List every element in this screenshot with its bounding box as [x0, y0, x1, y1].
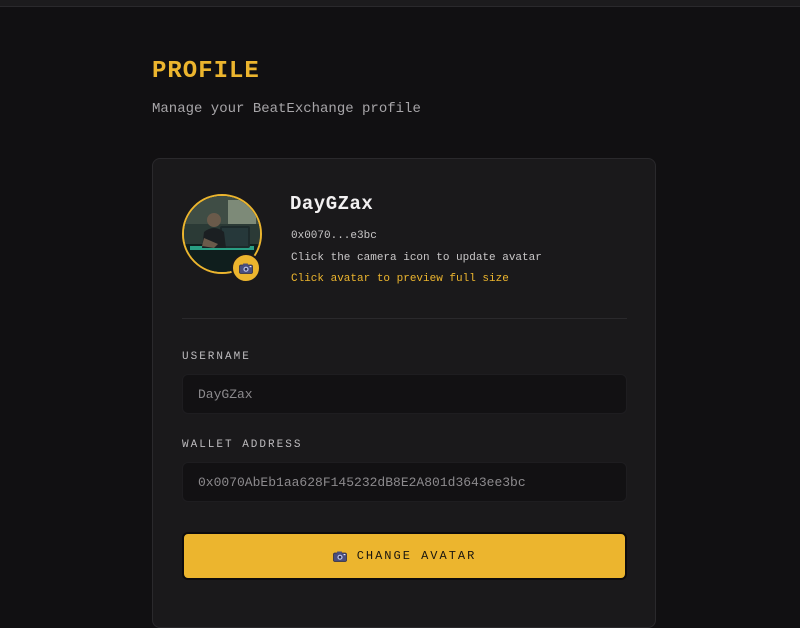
wallet-address-field[interactable]	[182, 462, 627, 502]
camera-icon	[332, 551, 347, 562]
username-label: USERNAME	[182, 351, 251, 363]
top-bar	[0, 0, 800, 7]
section-divider	[182, 318, 627, 319]
wallet-address-label: WALLET ADDRESS	[182, 439, 303, 451]
camera-icon	[239, 263, 253, 274]
page-subtitle: Manage your BeatExchange profile	[152, 101, 421, 117]
avatar-update-hint: Click the camera icon to update avatar	[291, 252, 542, 264]
change-avatar-label: CHANGE AVATAR	[356, 549, 477, 563]
short-wallet-address: 0x0070...e3bc	[291, 230, 377, 242]
camera-button[interactable]	[231, 253, 261, 283]
display-name: DayGZax	[290, 193, 374, 215]
change-avatar-button[interactable]: CHANGE AVATAR	[182, 532, 627, 580]
page-title: PROFILE	[152, 58, 260, 85]
avatar-button[interactable]	[182, 194, 262, 283]
avatar-preview-hint[interactable]: Click avatar to preview full size	[291, 273, 509, 285]
username-field[interactable]	[182, 374, 627, 414]
